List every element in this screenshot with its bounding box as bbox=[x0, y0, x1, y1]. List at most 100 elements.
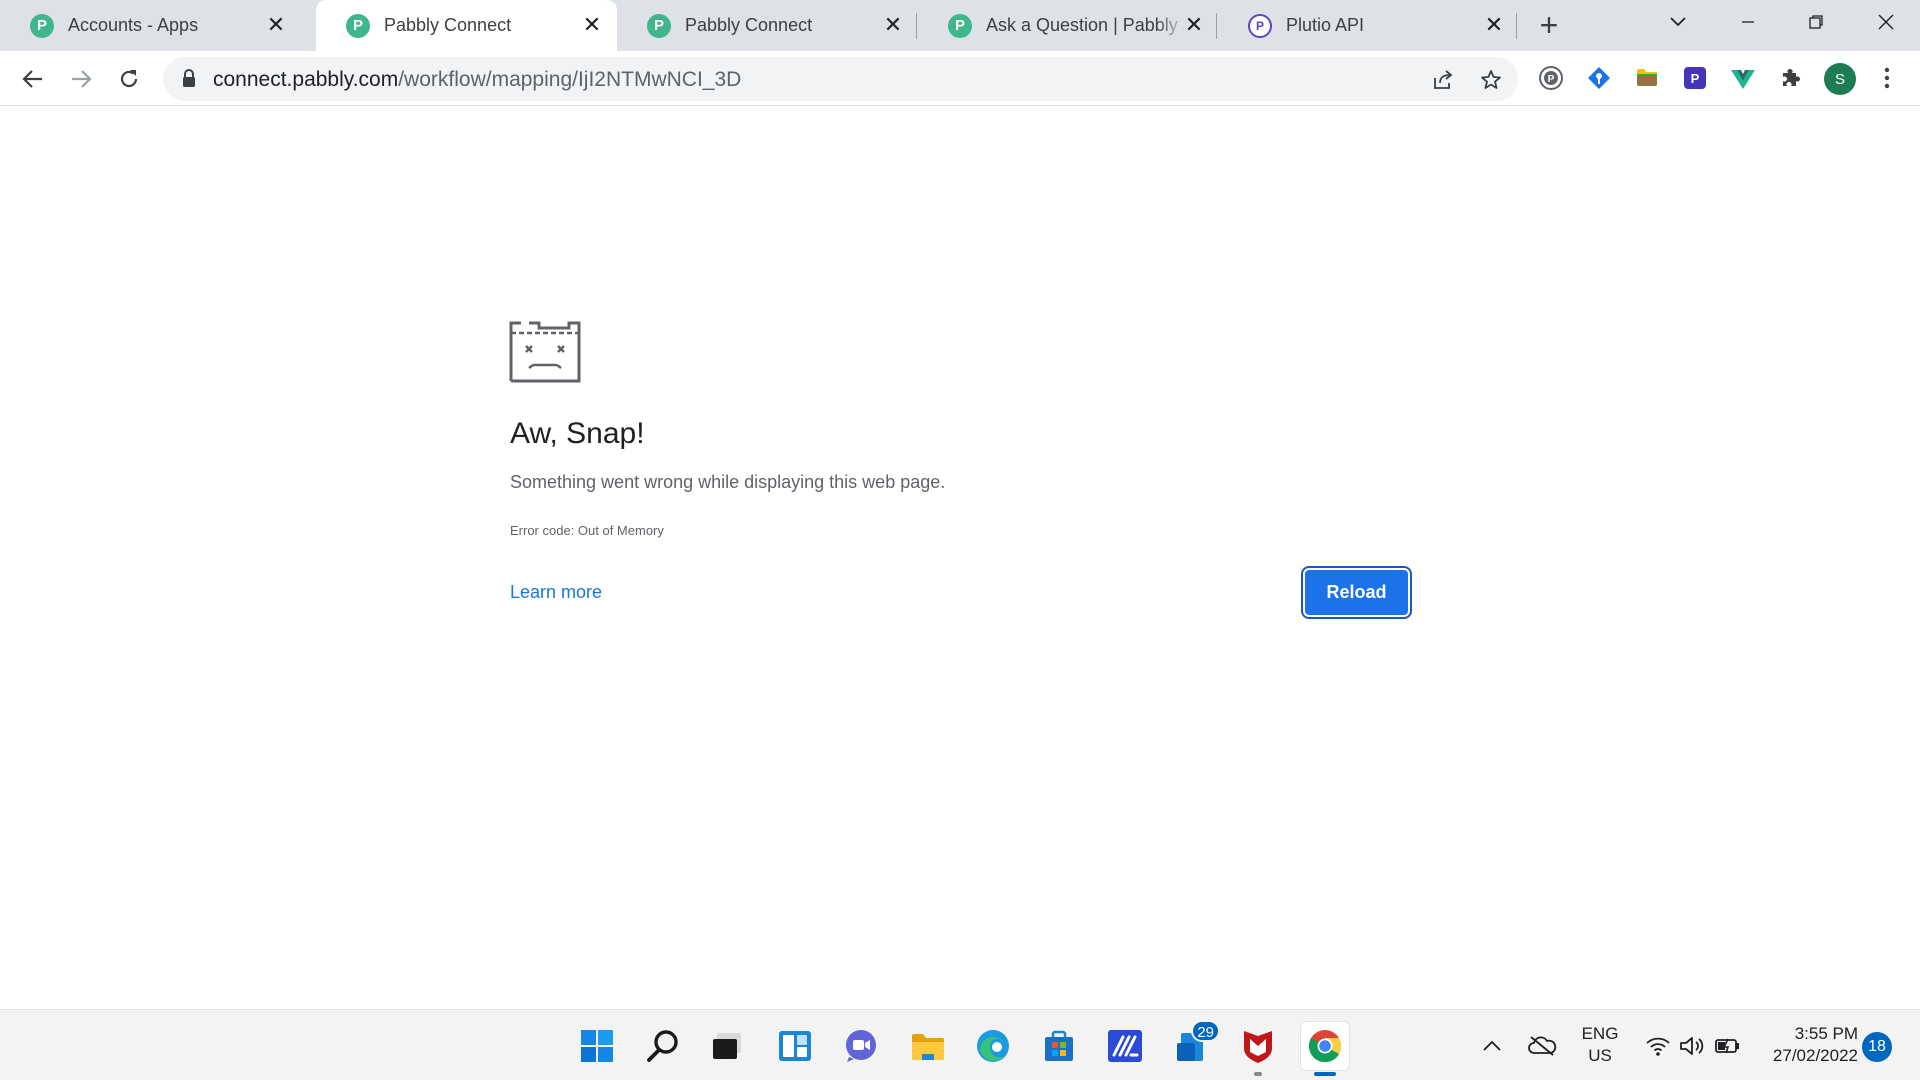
mcafee-shield-icon bbox=[1244, 1031, 1272, 1063]
search-icon bbox=[647, 1030, 678, 1062]
close-icon[interactable]: ✕ bbox=[880, 12, 906, 38]
tab-divider bbox=[1516, 13, 1517, 39]
plutio-icon: P bbox=[1248, 13, 1272, 38]
chrome-icon bbox=[1308, 1030, 1342, 1063]
edge-button[interactable] bbox=[971, 1024, 1015, 1068]
minimize-button[interactable] bbox=[1718, 0, 1778, 44]
language-indicator[interactable]: ENG US bbox=[1572, 1023, 1628, 1067]
restore-button[interactable] bbox=[1786, 0, 1846, 44]
share-icon bbox=[1434, 70, 1453, 89]
reload-page-button[interactable] bbox=[113, 63, 145, 95]
battery-button[interactable] bbox=[1710, 1024, 1746, 1068]
vue-check-icon bbox=[1731, 70, 1755, 89]
svg-text:P: P bbox=[1548, 74, 1555, 85]
close-icon bbox=[1878, 14, 1894, 30]
tab-ask-a-question[interactable]: P Ask a Question | Pabbly S ✕ bbox=[918, 0, 1219, 51]
back-button[interactable] bbox=[17, 63, 49, 95]
location-extension-button[interactable] bbox=[1585, 64, 1613, 92]
chrome-menu-button[interactable] bbox=[1873, 64, 1901, 92]
chrome-button[interactable] bbox=[1300, 1021, 1350, 1076]
url-text[interactable]: connect.pabbly.com/workflow/mapping/IjI2… bbox=[213, 68, 741, 92]
store-button[interactable] bbox=[1037, 1024, 1081, 1068]
new-tab-button[interactable]: + bbox=[1531, 8, 1567, 44]
pabbly-extension-icon: P bbox=[1539, 66, 1563, 90]
tab-pabbly-connect-active[interactable]: P Pabbly Connect ✕ bbox=[316, 0, 617, 51]
forward-button[interactable] bbox=[65, 63, 97, 95]
lock-icon[interactable] bbox=[181, 69, 197, 89]
tab-title: Pabbly Connect bbox=[685, 15, 813, 35]
windows-icon bbox=[581, 1030, 613, 1062]
mark-app-icon bbox=[1108, 1030, 1142, 1062]
store-icon bbox=[1045, 1030, 1073, 1061]
chevron-down-icon bbox=[1670, 17, 1686, 27]
browser-toolbar: connect.pabbly.com/workflow/mapping/IjI2… bbox=[0, 51, 1920, 106]
widgets-button[interactable] bbox=[773, 1024, 817, 1068]
puzzle-icon bbox=[1783, 69, 1800, 86]
mail-button[interactable]: 29 bbox=[1170, 1020, 1220, 1068]
address-bar[interactable]: connect.pabbly.com/workflow/mapping/IjI2… bbox=[163, 57, 1518, 101]
url-host: connect.pabbly.com bbox=[213, 68, 399, 91]
mcafee-button[interactable] bbox=[1236, 1024, 1280, 1076]
edge-icon bbox=[977, 1030, 1009, 1062]
show-hidden-icons-button[interactable] bbox=[1472, 1024, 1512, 1068]
colorful-folder-icon bbox=[1637, 69, 1657, 86]
tab-accounts-apps[interactable]: P Accounts - Apps ✕ bbox=[0, 0, 301, 51]
tab-pabbly-connect[interactable]: P Pabbly Connect ✕ bbox=[617, 0, 918, 51]
pabbly-icon: P bbox=[30, 13, 54, 38]
share-button[interactable] bbox=[1430, 67, 1456, 93]
notification-center-badge[interactable]: 18 bbox=[1862, 1032, 1892, 1062]
sad-tab-icon bbox=[509, 321, 581, 383]
plutio-extension-button[interactable]: P bbox=[1681, 64, 1709, 92]
wifi-icon bbox=[1646, 1037, 1670, 1056]
profile-button[interactable]: S bbox=[1824, 63, 1856, 95]
task-view-button[interactable] bbox=[705, 1024, 749, 1068]
running-indicator bbox=[1254, 1072, 1262, 1076]
tab-title: Ask a Question | Pabbly S bbox=[986, 15, 1186, 35]
wifi-button[interactable] bbox=[1640, 1024, 1676, 1068]
widgets-icon bbox=[779, 1031, 811, 1061]
file-explorer-button[interactable] bbox=[906, 1024, 950, 1068]
error-code: Error code: Out of Memory bbox=[510, 523, 664, 538]
plutio-extension-icon: P bbox=[1684, 67, 1706, 89]
folder-extension-button[interactable] bbox=[1633, 64, 1661, 92]
vue-extension-button[interactable] bbox=[1729, 64, 1757, 92]
pabbly-icon: P bbox=[948, 13, 972, 38]
tab-title: Accounts - Apps bbox=[68, 15, 199, 35]
speaker-icon bbox=[1680, 1037, 1704, 1055]
star-icon bbox=[1481, 70, 1501, 89]
page-content: Aw, Snap! Something went wrong while dis… bbox=[0, 107, 1920, 1009]
clock[interactable]: 3:55 PM 27/02/2022 bbox=[1758, 1023, 1858, 1067]
tab-divider bbox=[916, 13, 917, 39]
pabbly-extension-button[interactable]: P bbox=[1537, 64, 1565, 92]
onedrive-button[interactable] bbox=[1520, 1024, 1564, 1068]
pabbly-icon: P bbox=[647, 13, 671, 38]
arrow-right-icon bbox=[72, 70, 92, 88]
start-button[interactable] bbox=[575, 1024, 619, 1068]
taskbar: 29 ENG US 3:55 PM 27/02/2022 bbox=[0, 1009, 1920, 1080]
volume-button[interactable] bbox=[1674, 1024, 1710, 1068]
search-button[interactable] bbox=[641, 1024, 685, 1068]
diamond-pin-icon bbox=[1588, 67, 1610, 89]
bookmark-button[interactable] bbox=[1478, 67, 1504, 93]
battery-charging-icon bbox=[1715, 1038, 1739, 1054]
notification-badge: 29 bbox=[1191, 1020, 1220, 1042]
folder-icon bbox=[912, 1034, 944, 1060]
url-path: /workflow/mapping/IjI2NTMwNCI_3D bbox=[398, 68, 742, 91]
tab-plutio-api[interactable]: P Plutio API ✕ bbox=[1218, 0, 1519, 51]
tab-title: Plutio API bbox=[1286, 15, 1365, 35]
teams-chat-button[interactable] bbox=[839, 1024, 883, 1068]
close-icon[interactable]: ✕ bbox=[579, 12, 605, 38]
close-window-button[interactable] bbox=[1856, 0, 1916, 44]
cloud-off-icon bbox=[1528, 1036, 1557, 1056]
app-button[interactable] bbox=[1103, 1024, 1147, 1068]
reload-button[interactable]: Reload bbox=[1301, 566, 1412, 619]
close-icon[interactable]: ✕ bbox=[1481, 12, 1507, 38]
tab-search-button[interactable] bbox=[1648, 0, 1708, 44]
close-icon[interactable]: ✕ bbox=[263, 12, 289, 38]
error-title: Aw, Snap! bbox=[510, 417, 645, 450]
error-description: Something went wrong while displaying th… bbox=[510, 472, 946, 492]
pabbly-icon: P bbox=[346, 13, 370, 38]
close-icon[interactable]: ✕ bbox=[1181, 12, 1207, 38]
learn-more-link[interactable]: Learn more bbox=[510, 582, 602, 603]
extensions-button[interactable] bbox=[1777, 64, 1805, 92]
